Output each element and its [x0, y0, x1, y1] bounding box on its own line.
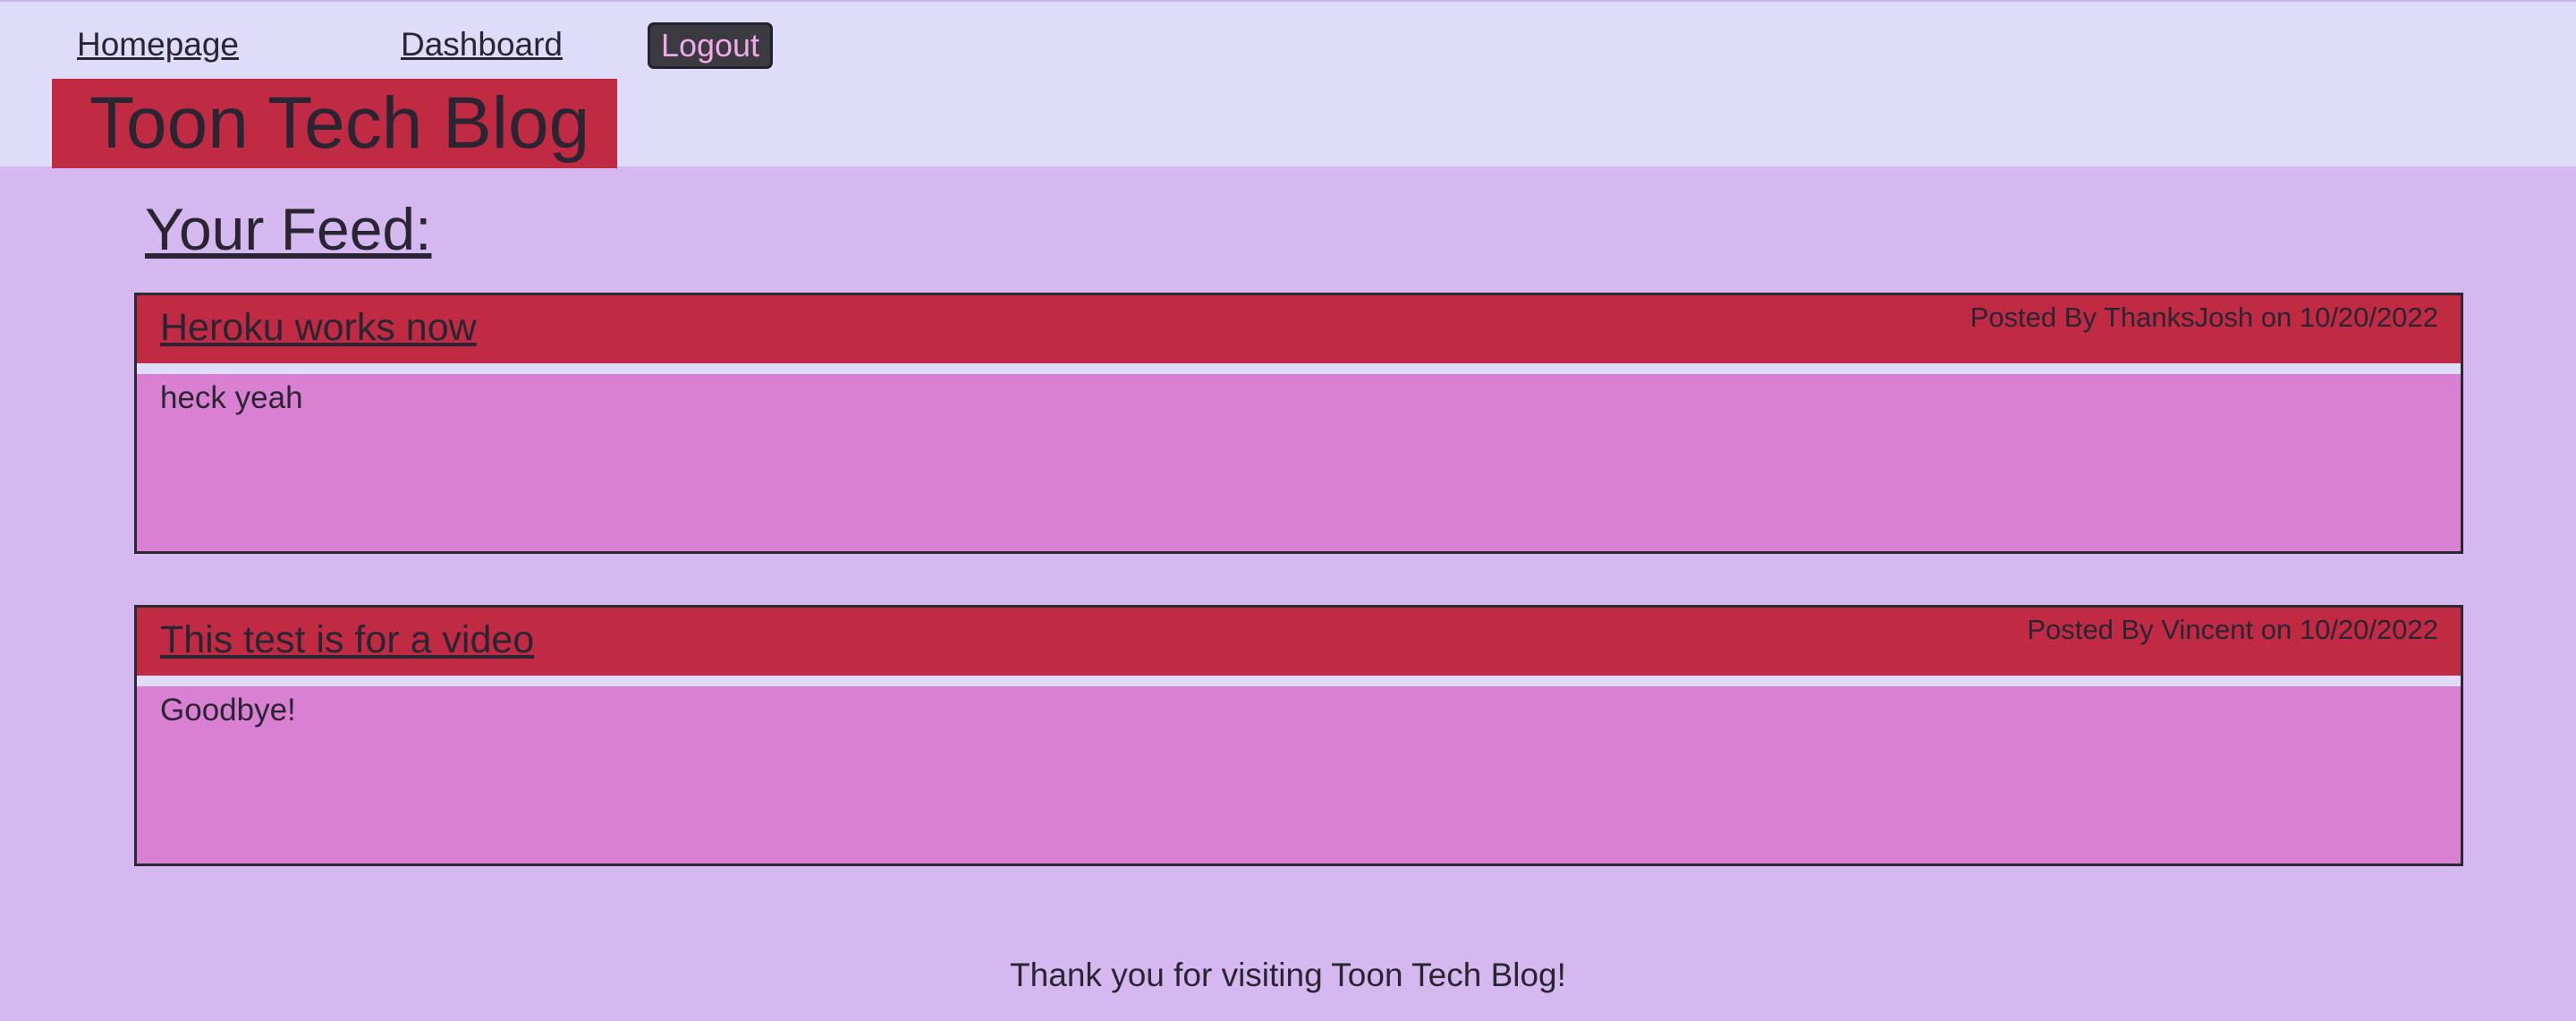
- post-header: Heroku works now Posted By ThanksJosh on…: [137, 295, 2461, 363]
- site-header: Homepage Dashboard Logout Toon Tech Blog: [0, 0, 2576, 168]
- post-body: heck yeah: [137, 374, 2461, 551]
- post-meta: Posted By ThanksJosh on 10/20/2022: [1970, 302, 2438, 333]
- post-card: Heroku works now Posted By ThanksJosh on…: [134, 293, 2463, 554]
- footer-text: Thank you for visiting Toon Tech Blog!: [1010, 957, 1566, 993]
- nav-dashboard-link[interactable]: Dashboard: [401, 23, 563, 66]
- post-body: Goodbye!: [137, 686, 2461, 864]
- post-header: This test is for a video Posted By Vince…: [137, 608, 2461, 676]
- logout-button[interactable]: Logout: [648, 22, 773, 69]
- post-title-link[interactable]: This test is for a video: [160, 615, 534, 665]
- post-content: Goodbye!: [160, 693, 296, 727]
- nav-homepage-link[interactable]: Homepage: [77, 23, 239, 66]
- post-card: This test is for a video Posted By Vince…: [134, 605, 2463, 866]
- post-content: heck yeah: [160, 380, 303, 415]
- post-title-link[interactable]: Heroku works now: [160, 302, 477, 353]
- site-title: Toon Tech Blog: [52, 79, 617, 168]
- post-meta: Posted By Vincent on 10/20/2022: [2027, 614, 2438, 645]
- feed-heading: Your Feed:: [145, 196, 432, 262]
